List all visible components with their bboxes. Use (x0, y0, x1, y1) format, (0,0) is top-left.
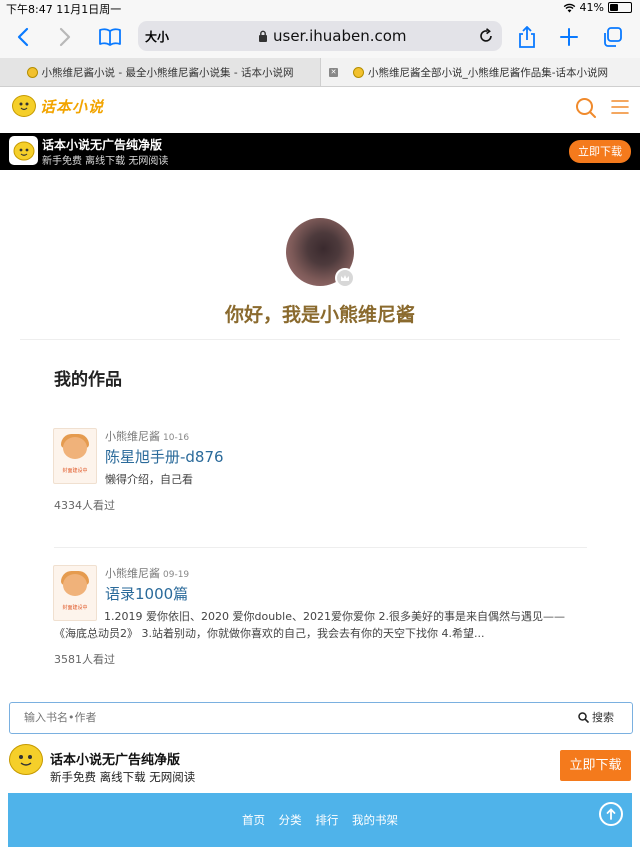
battery-percent: 41% (579, 1, 604, 14)
cover-label: 封面建设中 (62, 468, 88, 474)
tabs-button[interactable] (597, 22, 627, 52)
site-favicon-icon (26, 66, 38, 78)
close-tab-icon[interactable]: ✕ (329, 67, 338, 77)
browser-toolbar: 大小 user.ihuaben.com (0, 16, 640, 58)
bookmarks-button[interactable] (95, 22, 125, 52)
book-views: 4334人看过 (54, 499, 115, 512)
forward-button[interactable] (50, 22, 80, 52)
footer-link-category[interactable]: 分类 (279, 813, 302, 827)
book-views: 3581人看过 (54, 653, 115, 666)
tab-1[interactable]: 小熊维尼酱小说 - 最全小熊维尼酱小说集 - 话本小说网 (0, 58, 321, 86)
bottom-app-banner: 话本小说无广告纯净版 新手免费 离线下载 无网阅读 立即下载 (0, 738, 640, 790)
chevron-left-icon (17, 27, 29, 47)
menu-icon[interactable] (611, 99, 629, 115)
plus-icon (560, 28, 578, 46)
share-icon (519, 26, 535, 48)
tab-2[interactable]: ✕ 小熊维尼酱全部小说_小熊维尼酱作品集-话本小说网 (321, 58, 640, 86)
wifi-icon (563, 3, 575, 12)
lock-icon (259, 30, 267, 42)
download-button[interactable]: 立即下载 (569, 140, 631, 163)
divider (20, 339, 620, 340)
banner-title: 话本小说无广告纯净版 (42, 138, 163, 152)
book-author[interactable]: 小熊维尼酱 (105, 567, 160, 580)
new-tab-button[interactable] (554, 22, 584, 52)
footer-nav: 首页 分类 排行 我的书架 (8, 812, 632, 828)
tab-title: 小熊维尼酱小说 - 最全小熊维尼酱小说集 - 话本小说网 (41, 66, 294, 79)
footer-link-home[interactable]: 首页 (242, 813, 265, 827)
crown-badge-icon (335, 268, 355, 288)
status-time-date: 下午8:47 11月1日周一 (6, 3, 122, 16)
address-bar[interactable]: 大小 user.ihuaben.com (138, 21, 502, 51)
search-button[interactable]: 搜索 (578, 709, 614, 725)
book-icon (99, 28, 121, 46)
profile-greeting: 你好，我是小熊维尼酱 (224, 304, 415, 326)
tab-bar: 小熊维尼酱小说 - 最全小熊维尼酱小说集 - 话本小说网 ✕ 小熊维尼酱全部小说… (0, 58, 640, 87)
banner-subtitle: 新手免费 离线下载 无网阅读 (50, 770, 196, 784)
arrow-up-icon (606, 808, 616, 820)
mascot-icon (13, 141, 34, 160)
book-description-line-2: 《海底总动员2》 3.站着别动，你就做你喜欢的自己，我会去有你的天空下找你 4.… (54, 627, 485, 640)
section-title: 我的作品 (54, 370, 122, 390)
app-icon (9, 136, 38, 165)
tabs-overview-icon (604, 27, 622, 47)
site-logo[interactable]: 话本小说 (12, 95, 104, 117)
site-header: 话本小说 (0, 87, 640, 134)
chevron-right-icon (59, 27, 71, 47)
book-description: 懒得介绍，自己看 (105, 473, 193, 486)
footer-link-bookshelf[interactable]: 我的书架 (352, 813, 398, 827)
book-date: 10-16 (163, 433, 190, 443)
back-button[interactable] (8, 22, 38, 52)
book-description-line-1: 1.2019 爱你依旧、2020 爱你double、2021爱你爱你 2.很多美… (104, 610, 565, 623)
logo-text: 话本小说 (40, 97, 105, 116)
search-input[interactable] (10, 703, 550, 731)
text-size-button[interactable]: 大小 (145, 28, 169, 45)
book-cover[interactable]: 封面建设中 (53, 428, 97, 484)
search-icon (578, 711, 589, 723)
mascot-icon (12, 95, 36, 117)
banner-title: 话本小说无广告纯净版 (50, 753, 181, 768)
search-button-label: 搜索 (592, 711, 614, 724)
footer-link-ranking[interactable]: 排行 (315, 813, 338, 827)
book-author[interactable]: 小熊维尼酱 (105, 430, 160, 443)
book-date: 09-19 (163, 570, 190, 580)
banner-subtitle: 新手免费 离线下载 无网阅读 (42, 156, 169, 167)
back-to-top-button[interactable] (599, 802, 623, 826)
book-meta: 小熊维尼酱 09-19 (105, 565, 189, 581)
book-title[interactable]: 语录1000篇 (105, 583, 188, 604)
battery-icon (608, 2, 632, 13)
book-title[interactable]: 陈星旭手册-d876 (105, 446, 224, 467)
footer: 首页 分类 排行 我的书架 (8, 793, 632, 847)
reload-icon[interactable] (478, 28, 494, 44)
divider (54, 547, 587, 548)
share-button[interactable] (512, 22, 542, 52)
cover-label: 封面建设中 (62, 605, 88, 611)
app-download-banner: 话本小说无广告纯净版 新手免费 离线下载 无网阅读 立即下载 (0, 133, 640, 170)
url-text: user.ihuaben.com (273, 27, 407, 45)
tab-title: 小熊维尼酱全部小说_小熊维尼酱作品集-话本小说网 (368, 66, 609, 79)
site-favicon-icon (353, 66, 364, 78)
book-cover[interactable]: 封面建设中 (53, 565, 97, 621)
book-meta: 小熊维尼酱 10-16 (105, 428, 189, 444)
search-icon[interactable] (575, 97, 597, 119)
download-button[interactable]: 立即下载 (560, 750, 631, 781)
status-bar: 下午8:47 11月1日周一 41% (0, 0, 640, 16)
mascot-icon (9, 744, 43, 775)
search-bar: 搜索 (9, 702, 633, 734)
